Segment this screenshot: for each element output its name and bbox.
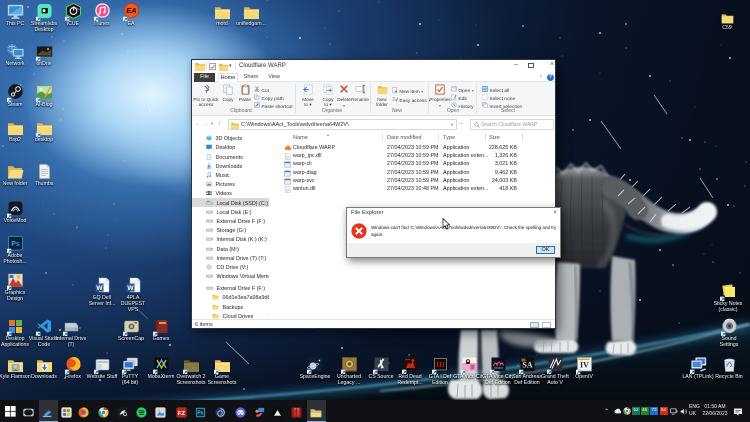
svg-text:SA: SA <box>522 361 532 370</box>
svg-text:Ps: Ps <box>197 411 203 417</box>
svg-text:W: W <box>96 285 103 292</box>
svg-text:W: W <box>127 285 134 292</box>
svg-text:IV: IV <box>580 361 589 370</box>
svg-text:FZ: FZ <box>177 411 185 417</box>
svg-text:Ps: Ps <box>11 241 20 248</box>
svg-text:III: III <box>436 360 445 369</box>
svg-text:EA: EA <box>126 6 136 15</box>
